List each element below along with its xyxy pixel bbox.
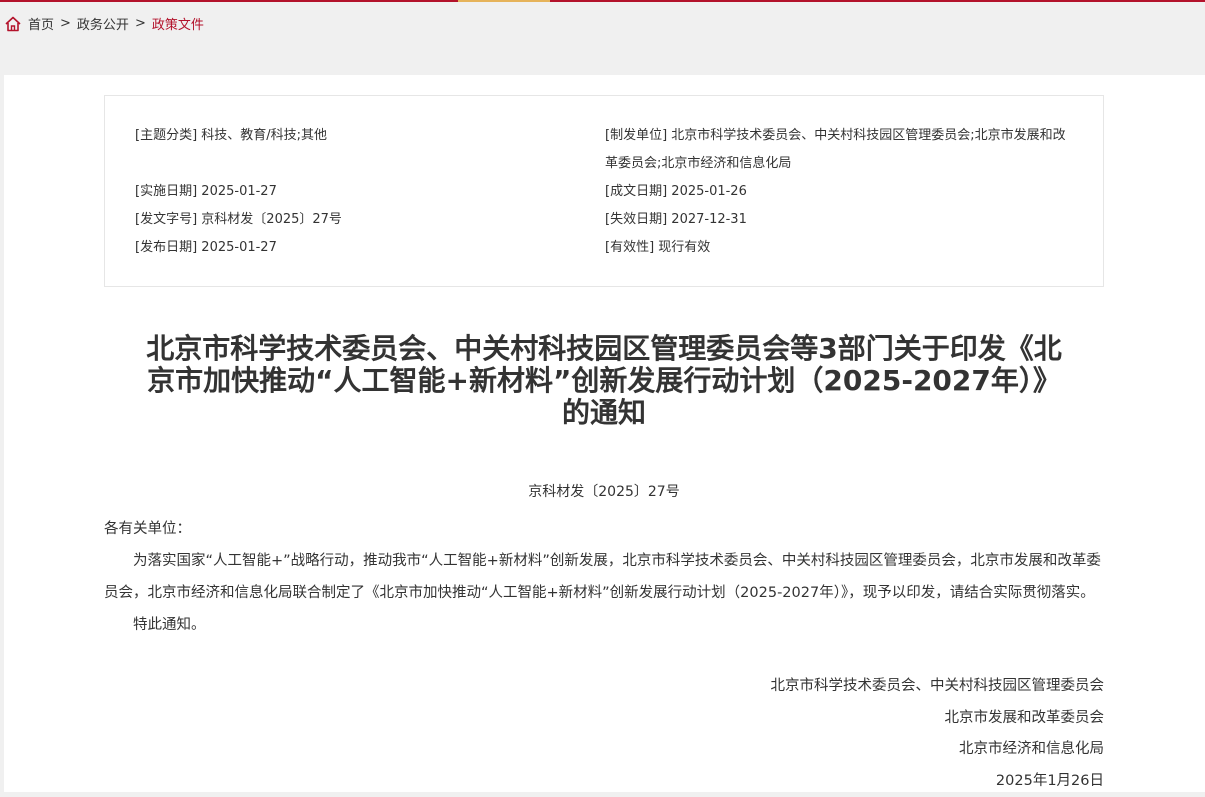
signer-1: 北京市科学技术委员会、中关村科技园区管理委员会 [104, 671, 1104, 703]
meta-docno: [发文字号] 京科材发〔2025〕27号 [135, 206, 575, 234]
meta-docno-value: 京科材发〔2025〕27号 [201, 212, 342, 227]
meta-docno-label: [发文字号] [135, 212, 197, 227]
meta-effective: [实施日期] 2025-01-27 [135, 178, 575, 206]
meta-publish-value: 2025-01-27 [201, 240, 277, 255]
meta-created-value: 2025-01-26 [671, 184, 747, 199]
breadcrumb-separator: > [135, 16, 146, 31]
meta-expire-value: 2027-12-31 [671, 212, 747, 227]
signer-2: 北京市发展和改革委员会 [104, 703, 1104, 735]
meta-created-label: [成文日期] [605, 184, 667, 199]
meta-column-left: [主题分类] 科技、教育/科技;其他 [实施日期] 2025-01-27 [发文… [135, 122, 575, 262]
breadcrumb-current[interactable]: 政策文件 [152, 14, 204, 33]
meta-expire-label: [失效日期] [605, 212, 667, 227]
main-content: [主题分类] 科技、教育/科技;其他 [实施日期] 2025-01-27 [发文… [4, 75, 1205, 792]
breadcrumb-separator: > [60, 16, 71, 31]
meta-topic-label: [主题分类] [135, 128, 197, 143]
document-meta-box: [主题分类] 科技、教育/科技;其他 [实施日期] 2025-01-27 [发文… [104, 95, 1104, 287]
meta-expire: [失效日期] 2027-12-31 [605, 206, 1075, 234]
meta-validity-label: [有效性] [605, 240, 654, 255]
breadcrumb-level1-link[interactable]: 政务公开 [77, 14, 129, 33]
signer-3: 北京市经济和信息化局 [104, 734, 1104, 766]
document-body: 各有关单位： 为落实国家“人工智能+”战略行动，推动我市“人工智能+新材料”创新… [104, 513, 1104, 641]
document-number: 京科材发〔2025〕27号 [104, 481, 1104, 501]
meta-validity: [有效性] 现行有效 [605, 234, 1075, 262]
meta-topic-value: 科技、教育/科技;其他 [201, 128, 327, 143]
home-icon[interactable] [4, 15, 22, 33]
document-paragraph: 特此通知。 [104, 609, 1104, 641]
meta-issuer-label: [制发单位] [605, 128, 667, 143]
document-paragraph: 为落实国家“人工智能+”战略行动，推动我市“人工智能+新材料”创新发展，北京市科… [104, 545, 1104, 609]
document-salutation: 各有关单位： [104, 513, 1104, 545]
meta-topic: [主题分类] 科技、教育/科技;其他 [135, 122, 575, 150]
breadcrumb-home-link[interactable]: 首页 [28, 14, 54, 33]
document-title: 北京市科学技术委员会、中关村科技园区管理委员会等3部门关于印发《北京市加快推动“… [144, 333, 1064, 429]
meta-created: [成文日期] 2025-01-26 [605, 178, 1075, 206]
document-signature: 北京市科学技术委员会、中关村科技园区管理委员会 北京市发展和改革委员会 北京市经… [104, 671, 1104, 797]
meta-effective-value: 2025-01-27 [201, 184, 277, 199]
signature-date: 2025年1月26日 [104, 766, 1104, 797]
meta-effective-label: [实施日期] [135, 184, 197, 199]
meta-publish: [发布日期] 2025-01-27 [135, 234, 575, 262]
meta-validity-value: 现行有效 [658, 240, 710, 255]
meta-issuer-value: 北京市科学技术委员会、中关村科技园区管理委员会;北京市发展和改革委员会;北京市经… [605, 128, 1066, 171]
meta-publish-label: [发布日期] [135, 240, 197, 255]
breadcrumb: 首页 > 政务公开 > 政策文件 [0, 2, 1205, 45]
meta-column-right: [制发单位] 北京市科学技术委员会、中关村科技园区管理委员会;北京市发展和改革委… [605, 122, 1075, 262]
meta-issuer: [制发单位] 北京市科学技术委员会、中关村科技园区管理委员会;北京市发展和改革委… [605, 122, 1075, 178]
